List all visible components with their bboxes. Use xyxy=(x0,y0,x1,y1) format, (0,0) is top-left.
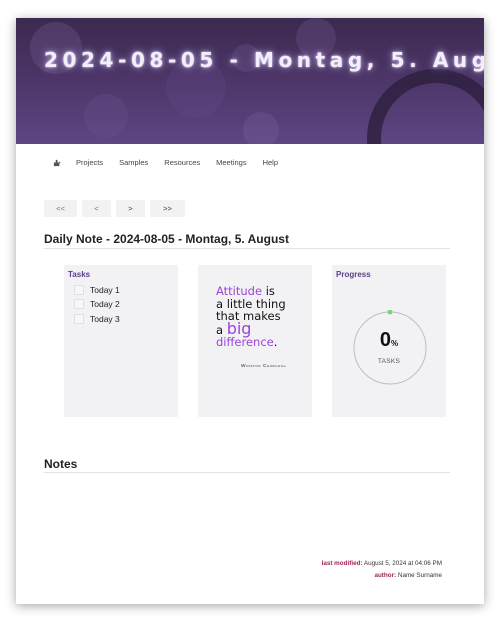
next-page-button[interactable]: > xyxy=(116,200,145,217)
banner-decoration xyxy=(30,18,484,144)
task-label: Today 3 xyxy=(90,314,120,324)
header-banner: 2024-08-05 - Montag, 5. August xyxy=(16,18,484,144)
tasks-card: Tasks Today 1 Today 2 Today 3 xyxy=(64,265,178,417)
quote-text: Attitude is a little thing that makes a … xyxy=(216,285,286,349)
nav-samples[interactable]: Samples xyxy=(119,158,148,167)
task-item: Today 1 xyxy=(74,285,120,295)
tasks-title: Tasks xyxy=(68,270,91,279)
quote-card: Attitude is a little thing that makes a … xyxy=(198,265,312,417)
author-value: Name Surname xyxy=(397,572,442,579)
author-line: author: Name Surname xyxy=(374,572,442,579)
task-item: Today 3 xyxy=(74,314,120,324)
last-page-button[interactable]: >> xyxy=(150,200,185,217)
nav-help[interactable]: Help xyxy=(263,158,278,167)
first-page-button[interactable]: << xyxy=(44,200,77,217)
prev-page-button[interactable]: < xyxy=(82,200,111,217)
progress-card: Progress 0% TASKS xyxy=(332,265,446,417)
progress-title: Progress xyxy=(336,270,371,279)
task-item: Today 2 xyxy=(74,299,120,309)
progress-percent: 0% xyxy=(332,329,446,352)
heading-divider xyxy=(44,248,450,249)
daily-note-heading: Daily Note - 2024-08-05 - Montag, 5. Aug… xyxy=(44,232,289,246)
note-page: 2024-08-05 - Montag, 5. August Projects … xyxy=(16,18,484,604)
task-checkbox[interactable] xyxy=(74,299,84,309)
task-checkbox[interactable] xyxy=(74,314,84,324)
quote-fragment: is xyxy=(262,284,275,298)
author-key: author: xyxy=(374,572,397,579)
page-title: 2024-08-05 - Montag, 5. August xyxy=(44,48,484,72)
home-puzzle-icon[interactable] xyxy=(53,158,62,167)
task-checkbox[interactable] xyxy=(74,285,84,295)
top-nav: Projects Samples Resources Meetings Help xyxy=(53,158,294,167)
last-modified: last modified: August 5, 2024 at 04:06 P… xyxy=(322,560,442,567)
progress-value: 0 xyxy=(379,329,391,351)
task-label: Today 1 xyxy=(90,285,120,295)
quote-word-attitude: Attitude xyxy=(216,284,263,298)
progress-label: TASKS xyxy=(377,358,401,365)
date-pager: << < > >> xyxy=(44,200,190,217)
nav-resources[interactable]: Resources xyxy=(164,158,200,167)
progress-unit: % xyxy=(391,339,399,348)
task-label: Today 2 xyxy=(90,299,120,309)
quote-word-difference: difference xyxy=(216,335,274,349)
quote-fragment: . xyxy=(273,335,278,349)
last-modified-key: last modified: xyxy=(321,560,363,567)
nav-projects[interactable]: Projects xyxy=(76,158,103,167)
notes-divider xyxy=(44,472,450,473)
nav-meetings[interactable]: Meetings xyxy=(216,158,246,167)
notes-heading: Notes xyxy=(44,457,78,471)
progress-indicator-dot xyxy=(387,310,393,315)
last-modified-value: August 5, 2024 at 04:06 PM xyxy=(363,560,442,567)
quote-author: Winston Churchill xyxy=(241,364,287,369)
